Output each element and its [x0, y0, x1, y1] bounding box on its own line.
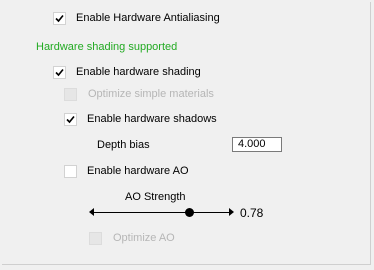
optimize-materials-row: Optimize simple materials	[64, 85, 214, 103]
checkmark-icon	[66, 115, 75, 123]
ao-strength-row: AO Strength	[125, 188, 186, 206]
slider-right-arrow-icon[interactable]	[229, 208, 234, 216]
antialiasing-label: Enable Hardware Antialiasing	[76, 12, 220, 24]
ao-strength-slider-track[interactable]	[92, 212, 229, 213]
shading-label: Enable hardware shading	[76, 66, 201, 78]
shadows-row[interactable]: Enable hardware shadows	[64, 110, 217, 128]
optimize-ao-row: Optimize AO	[89, 229, 175, 247]
shading-status-text: Hardware shading supported	[36, 41, 178, 53]
checkmark-icon	[55, 68, 64, 76]
ao-strength-value-row: 0.78	[240, 204, 263, 222]
shading-checkbox[interactable]	[53, 65, 66, 79]
optimize-ao-checkbox	[89, 231, 102, 245]
depth-bias-label: Depth bias	[97, 139, 150, 151]
hardware-settings-panel: Enable Hardware Antialiasing Hardware sh…	[0, 0, 374, 270]
depth-bias-row: Depth bias	[97, 136, 150, 154]
ao-strength-value: 0.78	[240, 206, 264, 220]
optimize-materials-label: Optimize simple materials	[88, 88, 214, 100]
checkmark-icon	[55, 14, 64, 22]
shadows-checkbox[interactable]	[64, 112, 77, 126]
shading-status-row: Hardware shading supported	[36, 38, 177, 56]
shading-row[interactable]: Enable hardware shading	[53, 63, 201, 81]
ao-strength-label: AO Strength	[125, 191, 186, 203]
optimize-materials-checkbox	[64, 87, 77, 101]
antialiasing-checkbox[interactable]	[53, 11, 66, 25]
depth-bias-input[interactable]: 4.000	[232, 137, 282, 152]
ao-label: Enable hardware AO	[87, 165, 189, 177]
antialiasing-row[interactable]: Enable Hardware Antialiasing	[53, 9, 220, 27]
optimize-ao-label: Optimize AO	[113, 232, 175, 244]
ao-checkbox[interactable]	[64, 164, 77, 178]
shadows-label: Enable hardware shadows	[87, 113, 217, 125]
ao-row[interactable]: Enable hardware AO	[64, 162, 189, 180]
ao-strength-slider-knob[interactable]	[185, 208, 194, 217]
